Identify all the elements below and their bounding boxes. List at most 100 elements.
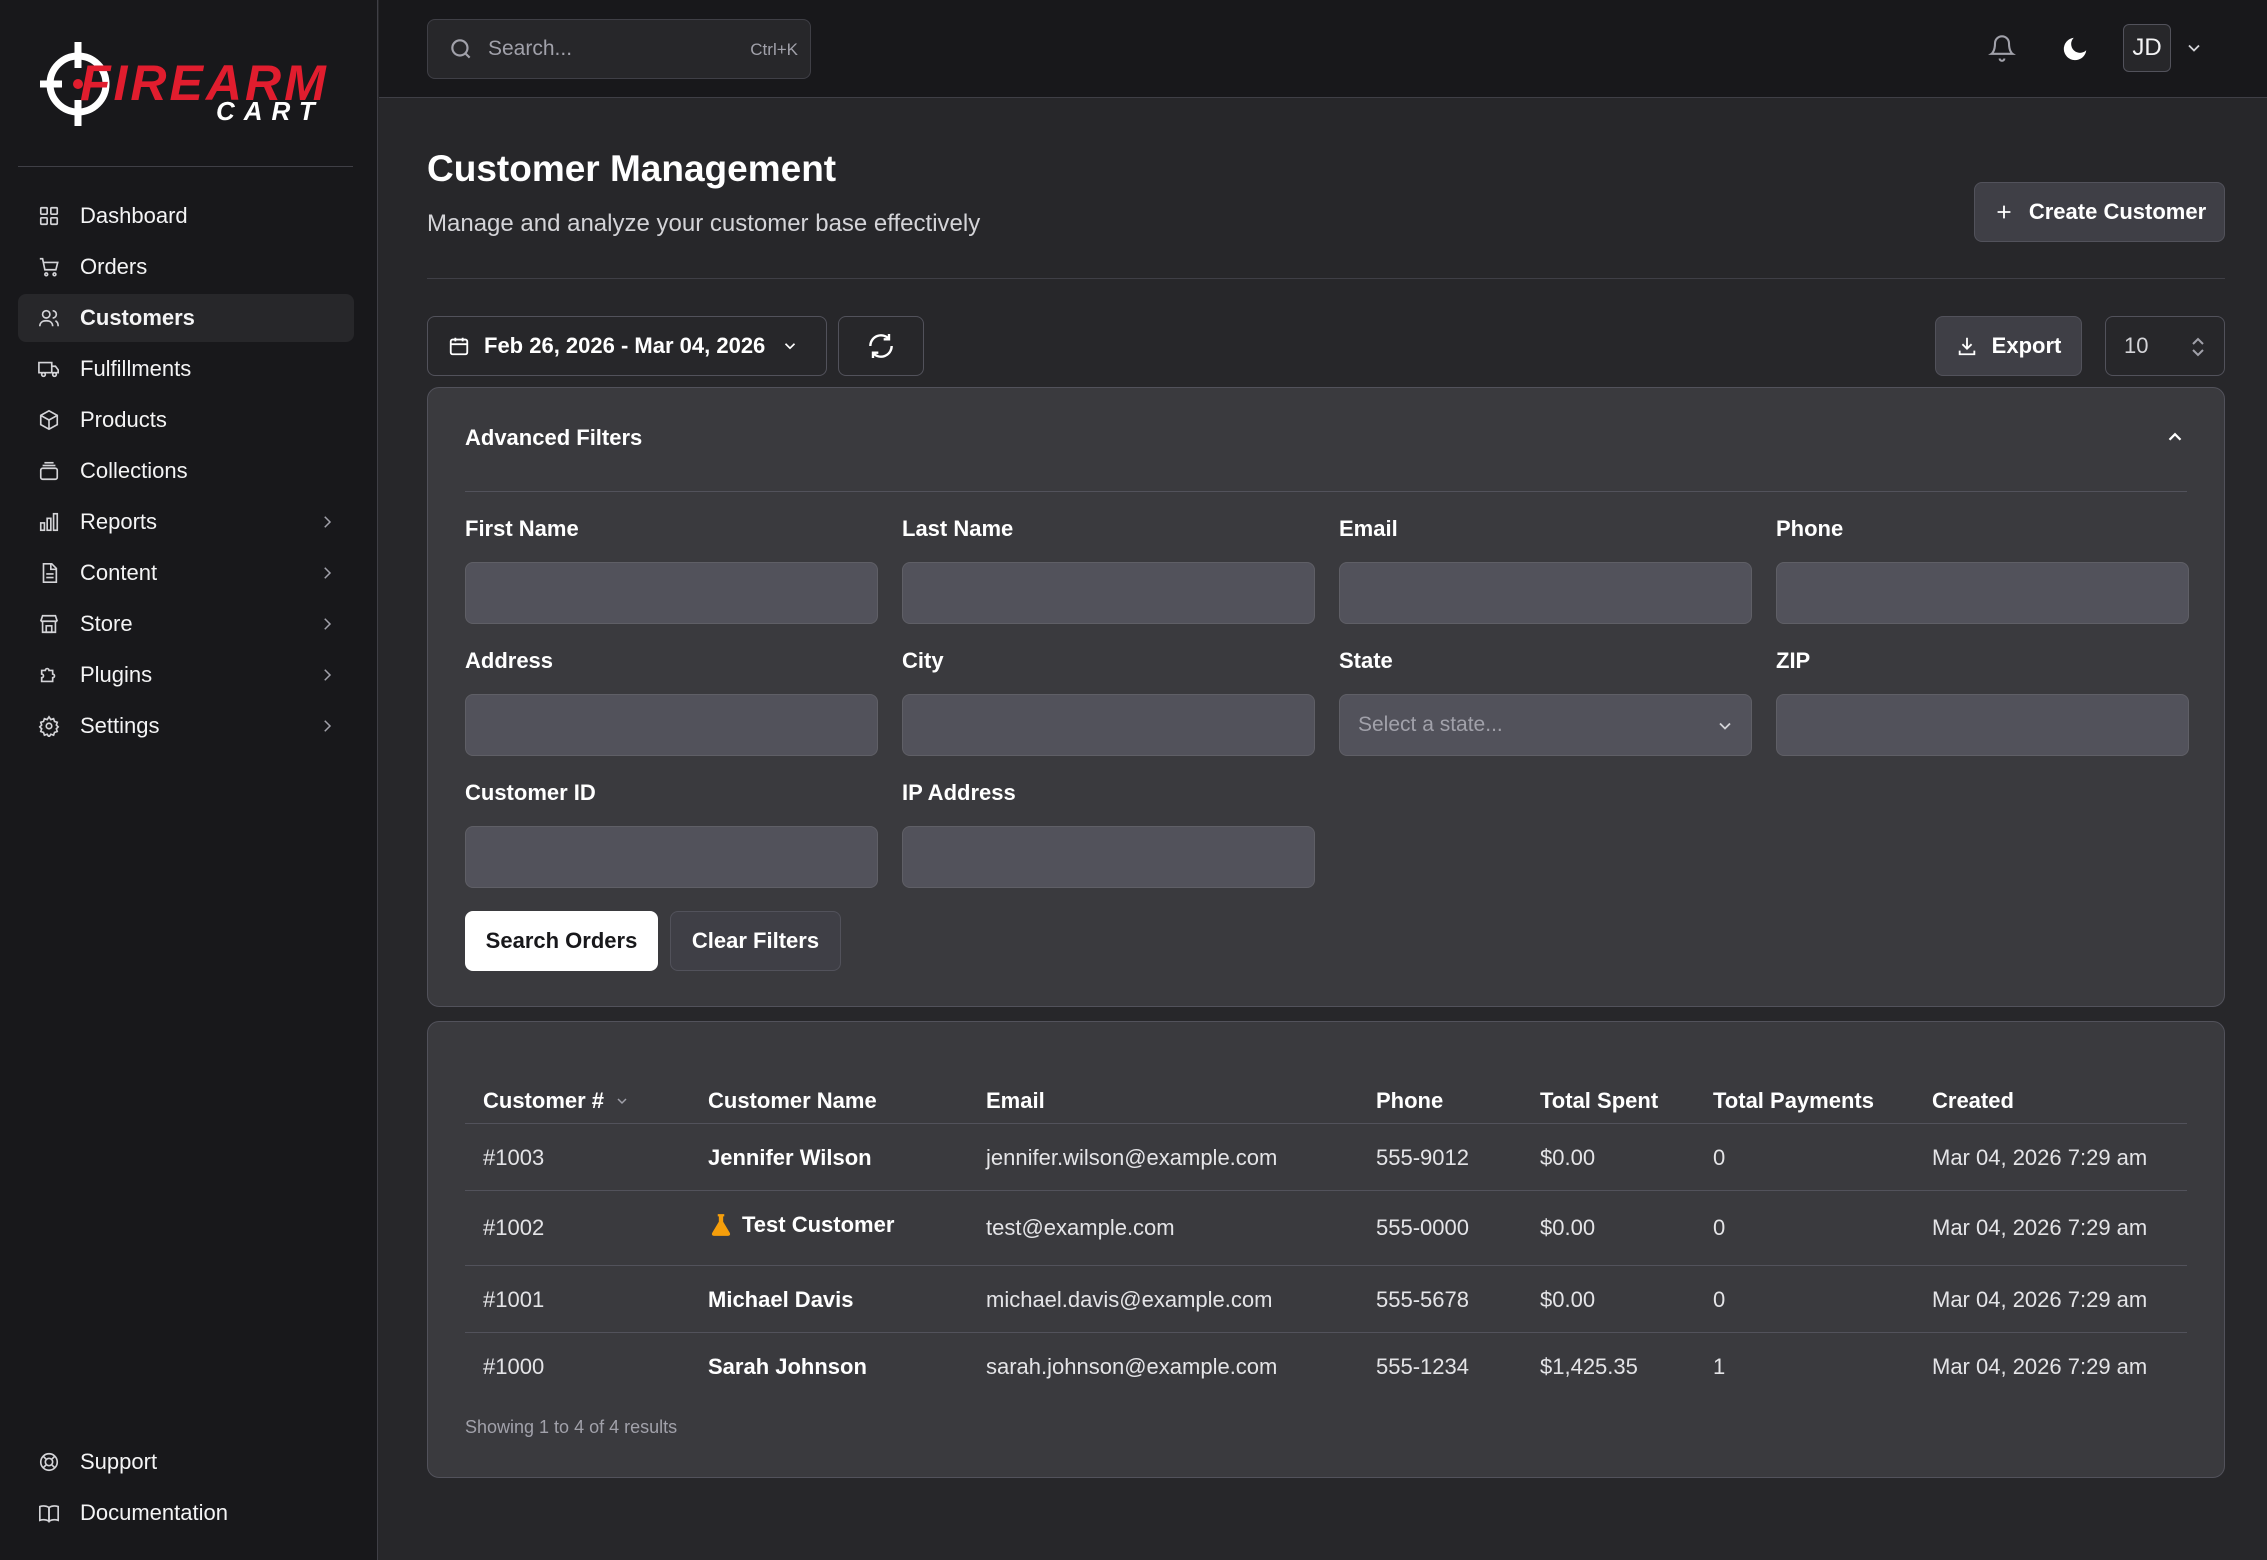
sidebar-bottom-nav: Support Documentation	[18, 1438, 354, 1540]
table-row[interactable]: #1001 Michael Davis michael.davis@exampl…	[465, 1267, 2187, 1333]
customer-number-cell: #1001	[483, 1287, 545, 1312]
address-field[interactable]	[465, 694, 878, 756]
avatar-initials: JD	[2132, 34, 2162, 61]
state-label: State	[1339, 648, 1393, 673]
chevron-up-icon[interactable]	[2164, 426, 2186, 448]
table-header-divider	[465, 1123, 2187, 1124]
header-divider	[427, 278, 2225, 279]
avatar[interactable]: JD	[2123, 24, 2171, 72]
state-placeholder: Select a state...	[1358, 713, 1503, 736]
search-icon	[451, 39, 471, 59]
phone-field[interactable]	[1776, 562, 2189, 624]
email-cell: jennifer.wilson@example.com	[986, 1145, 1278, 1170]
total-spent-cell: $0.00	[1540, 1145, 1596, 1170]
chevron-down-icon[interactable]	[2184, 38, 2204, 58]
sidebar-item-label: Products	[80, 407, 167, 432]
sidebar-item-reports[interactable]: Reports	[18, 498, 354, 546]
create-customer-button[interactable]: Create Customer	[1974, 182, 2225, 242]
page-size-select[interactable]: 10	[2105, 316, 2225, 376]
zip-field[interactable]	[1776, 694, 2189, 756]
sidebar-item-collections[interactable]: Collections	[18, 447, 354, 495]
create-customer-label: Create Customer	[2028, 199, 2207, 224]
customer-name-cell[interactable]: Michael Davis	[708, 1267, 854, 1333]
table-row[interactable]: #1000 Sarah Johnson sarah.johnson@exampl…	[465, 1334, 2187, 1400]
topbar: Search... Ctrl+K JD	[379, 0, 2267, 98]
brand-subname: CART	[216, 96, 324, 126]
phone-label: Phone	[1776, 516, 1844, 541]
cart-icon	[39, 257, 59, 277]
search-input[interactable]: Search... Ctrl+K	[427, 19, 811, 79]
table-row[interactable]: #1003 Jennifer Wilson jennifer.wilson@ex…	[465, 1125, 2187, 1191]
sidebar-item-support[interactable]: Support	[18, 1438, 354, 1486]
sort-chevron-down-icon	[617, 1098, 627, 1105]
ip-address-label: IP Address	[902, 780, 1016, 805]
sidebar-item-label: Support	[80, 1449, 158, 1474]
chevron-up-down-icon	[2192, 337, 2204, 357]
column-header-created: Created	[1932, 1088, 2014, 1113]
book-icon	[39, 1505, 59, 1523]
refresh-button[interactable]	[838, 316, 924, 376]
bell-icon[interactable]	[1988, 34, 2016, 62]
phone-cell: 555-9012	[1376, 1145, 1469, 1170]
clear-filters-button[interactable]: Clear Filters	[670, 911, 841, 971]
sidebar-item-orders[interactable]: Orders	[18, 243, 354, 291]
total-spent-cell: $0.00	[1540, 1287, 1596, 1312]
total-spent-cell: $1,425.35	[1540, 1354, 1638, 1379]
puzzle-icon	[40, 667, 56, 683]
truck-icon	[38, 361, 59, 378]
total-payments-cell: 0	[1713, 1215, 1726, 1240]
sidebar-item-products[interactable]: Products	[18, 396, 354, 444]
phone-cell: 555-0000	[1376, 1215, 1469, 1240]
customer-name-text: Test Customer	[742, 1212, 895, 1237]
sidebar-item-label: Content	[80, 560, 158, 585]
chevron-right-icon	[324, 669, 332, 681]
total-payments-cell: 0	[1713, 1145, 1726, 1170]
sidebar-item-documentation[interactable]: Documentation	[18, 1489, 354, 1537]
sidebar: FIREARM CART Dashboard Orders Customers …	[0, 0, 378, 1560]
city-field[interactable]	[902, 694, 1315, 756]
state-select[interactable]: Select a state...	[1339, 694, 1752, 756]
chevron-right-icon	[324, 567, 332, 579]
search-orders-button[interactable]: Search Orders	[465, 911, 658, 971]
created-cell: Mar 04, 2026 7:29 am	[1932, 1287, 2148, 1312]
customer-number-cell: #1002	[483, 1215, 545, 1240]
moon-icon[interactable]	[2060, 34, 2090, 64]
refresh-icon	[869, 334, 893, 358]
total-payments-cell: 0	[1713, 1287, 1726, 1312]
ip-address-field[interactable]	[902, 826, 1315, 888]
filters-divider	[465, 491, 2187, 492]
sidebar-item-dashboard[interactable]: Dashboard	[18, 192, 354, 240]
city-label: City	[902, 648, 944, 673]
sidebar-item-settings[interactable]: Settings	[18, 702, 354, 750]
customer-name-cell[interactable]: Sarah Johnson	[708, 1334, 867, 1400]
last-name-field[interactable]	[902, 562, 1315, 624]
column-header-customer-number[interactable]: Customer #	[483, 1088, 630, 1114]
sidebar-divider	[18, 166, 353, 167]
sidebar-item-plugins[interactable]: Plugins	[18, 651, 354, 699]
email-field[interactable]	[1339, 562, 1752, 624]
created-cell: Mar 04, 2026 7:29 am	[1932, 1215, 2148, 1240]
customer-name-cell[interactable]: Jennifer Wilson	[708, 1125, 872, 1191]
customer-id-field[interactable]	[465, 826, 878, 888]
sidebar-item-customers[interactable]: Customers	[18, 294, 354, 342]
created-cell: Mar 04, 2026 7:29 am	[1932, 1354, 2148, 1379]
sidebar-item-label: Settings	[80, 713, 160, 738]
sidebar-item-content[interactable]: Content	[18, 549, 354, 597]
sidebar-item-label: Dashboard	[80, 203, 188, 228]
row-divider	[465, 1265, 2187, 1266]
dashboard-icon	[39, 206, 59, 226]
sidebar-item-label: Store	[80, 611, 133, 636]
sidebar-item-fulfillments[interactable]: Fulfillments	[18, 345, 354, 393]
export-button[interactable]: Export	[1935, 316, 2082, 376]
table-row[interactable]: #1002 Test Customer test@example.com 555…	[465, 1192, 2187, 1264]
date-range-picker[interactable]: Feb 26, 2026 - Mar 04, 2026	[427, 316, 827, 376]
column-header-total-spent: Total Spent	[1540, 1088, 1659, 1113]
gear-icon	[38, 715, 60, 737]
email-cell: michael.davis@example.com	[986, 1287, 1273, 1312]
sidebar-item-store[interactable]: Store	[18, 600, 354, 648]
customer-name-cell[interactable]: Test Customer	[708, 1189, 894, 1261]
chevron-right-icon	[324, 720, 332, 732]
created-cell: Mar 04, 2026 7:29 am	[1932, 1145, 2148, 1170]
first-name-field[interactable]	[465, 562, 878, 624]
brand-logo[interactable]: FIREARM CART	[40, 34, 340, 134]
